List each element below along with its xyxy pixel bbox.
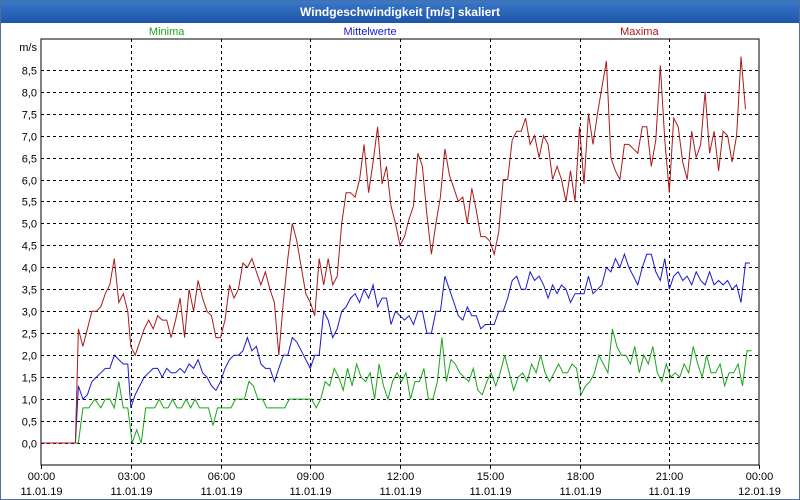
series-line-maxima [41, 56, 746, 444]
y-tick-label: 4,5 [22, 241, 37, 253]
y-tick-label: 3,5 [22, 285, 37, 297]
legend-maxima: Maxima [620, 26, 659, 38]
x-tick-date: 11.01.19 [469, 486, 511, 498]
legend-minima: Minima [149, 26, 185, 38]
y-tick-label: 6,0 [22, 176, 37, 188]
x-tick-time: 21:00 [656, 471, 684, 483]
x-tick-date: 12.01.19 [738, 486, 781, 498]
y-tick-label: 8,0 [22, 88, 37, 100]
y-tick-label: 0,0 [22, 439, 37, 451]
y-tick-label: 2,5 [22, 329, 37, 341]
y-tick-label: 4,0 [22, 263, 37, 275]
x-tick-date: 11.01.19 [200, 486, 242, 498]
y-tick-label: 7,5 [22, 110, 37, 122]
x-tick-time: 00:00 [28, 471, 56, 483]
x-tick-date: 11.01.19 [559, 486, 601, 498]
y-tick-label: 7,0 [22, 132, 37, 144]
x-tick-time: 03:00 [118, 471, 146, 483]
x-tick-time: 00:00 [746, 471, 774, 483]
series-line-minima [41, 328, 752, 444]
chart-svg: 0,0 0,5 1,0 1,5 2,0 2,5 3,0 3,5 4,0 4,5 5,0 5,5 6,0 6… [19, 26, 781, 498]
x-tick-date: 11.01.19 [289, 486, 331, 498]
y-tick-label: 5,5 [22, 197, 37, 209]
x-tick-time: 15:00 [477, 471, 505, 483]
series-line-mittelwerte [41, 252, 750, 444]
x-tick-time: 18:00 [567, 471, 595, 483]
y-tick-label: 2,0 [22, 351, 37, 363]
x-tick-date: 11.01.19 [648, 486, 690, 498]
x-tick-time: 06:00 [208, 471, 236, 483]
x-tick-date: 11.01.19 [20, 486, 62, 498]
x-tick-time: 12:00 [387, 471, 415, 483]
y-tick-label: 6,5 [22, 154, 37, 166]
legend-mittelwerte: Mittelwerte [343, 26, 396, 38]
y-tick-label: 0,5 [22, 417, 37, 429]
y-axis-unit: m/s [19, 42, 37, 54]
x-tick-date: 11.01.19 [379, 486, 421, 498]
y-tick-label: 1,0 [22, 395, 37, 407]
chart-window: Windgeschwindigkeit [m/s] skaliert 0,0 0,… [0, 0, 800, 500]
x-tick-date: 11.01.19 [110, 486, 152, 498]
y-tick-label: 5,0 [22, 219, 37, 231]
x-tick-time: 09:00 [297, 471, 325, 483]
y-tick-label: 3,0 [22, 307, 37, 319]
y-tick-label: 8,5 [22, 66, 37, 78]
y-tick-label: 1,5 [22, 373, 37, 385]
